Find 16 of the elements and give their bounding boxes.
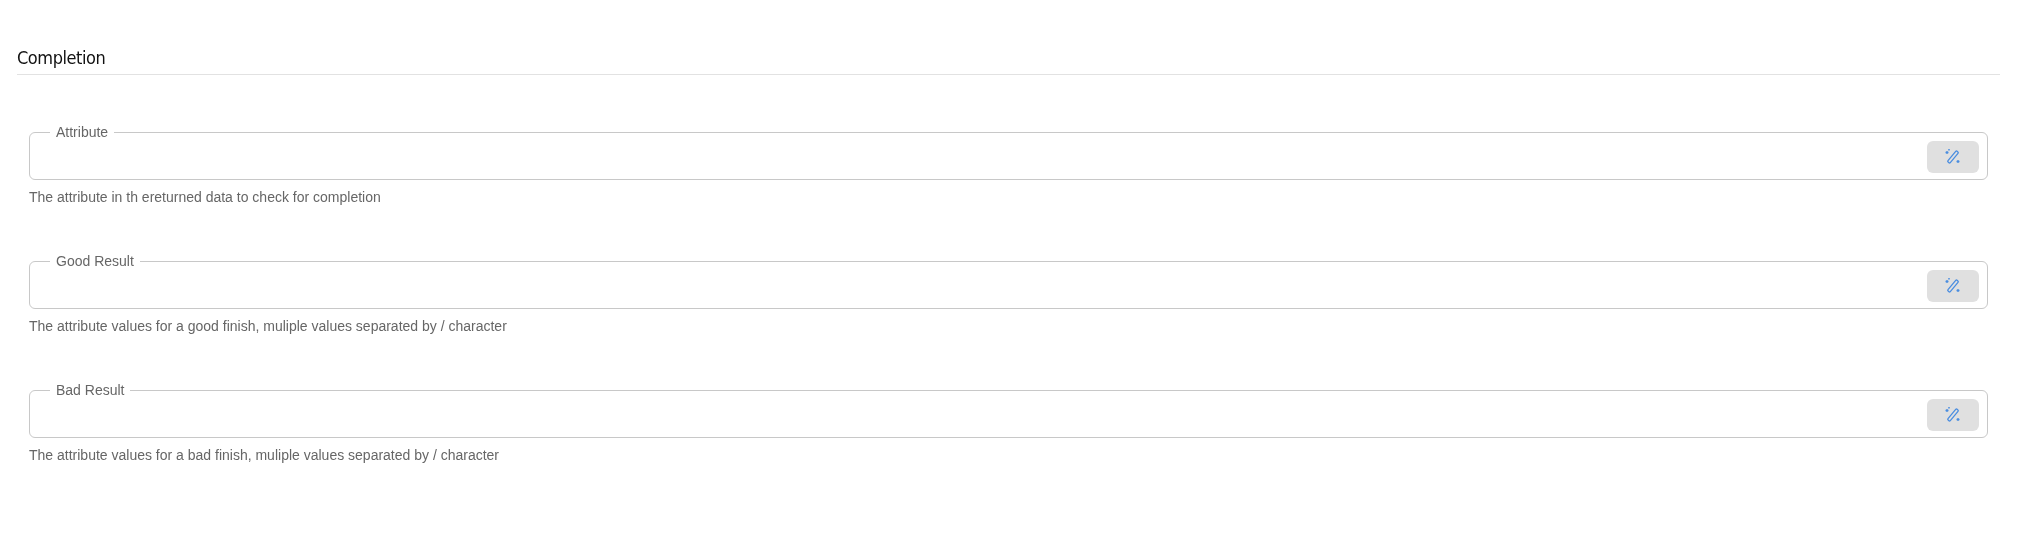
- field-label: Bad Result: [55, 382, 126, 398]
- field-label: Attribute: [55, 124, 110, 140]
- magic-wand-button[interactable]: [1927, 269, 1979, 302]
- input-field[interactable]: Good Result: [29, 253, 1988, 309]
- helper-text: The attribute values for a bad finish, muliple values separated by / character: [29, 446, 501, 464]
- helper-text: The attribute in th ereturned data to check for completion: [29, 188, 382, 206]
- field-label: Good Result: [55, 253, 135, 269]
- magic-wand-button[interactable]: [1927, 140, 1979, 173]
- input-field[interactable]: Attribute: [29, 124, 1988, 180]
- section-title: Completion: [17, 46, 106, 70]
- magic-wand-button[interactable]: [1927, 398, 1979, 431]
- input-field[interactable]: Bad Result: [29, 382, 1988, 438]
- magic-wand-icon: [1944, 276, 1962, 295]
- helper-text: The attribute values for a good finish, muliple values separated by / character: [29, 317, 508, 335]
- magic-wand-icon: [1944, 147, 1962, 166]
- magic-wand-icon: [1944, 405, 1962, 424]
